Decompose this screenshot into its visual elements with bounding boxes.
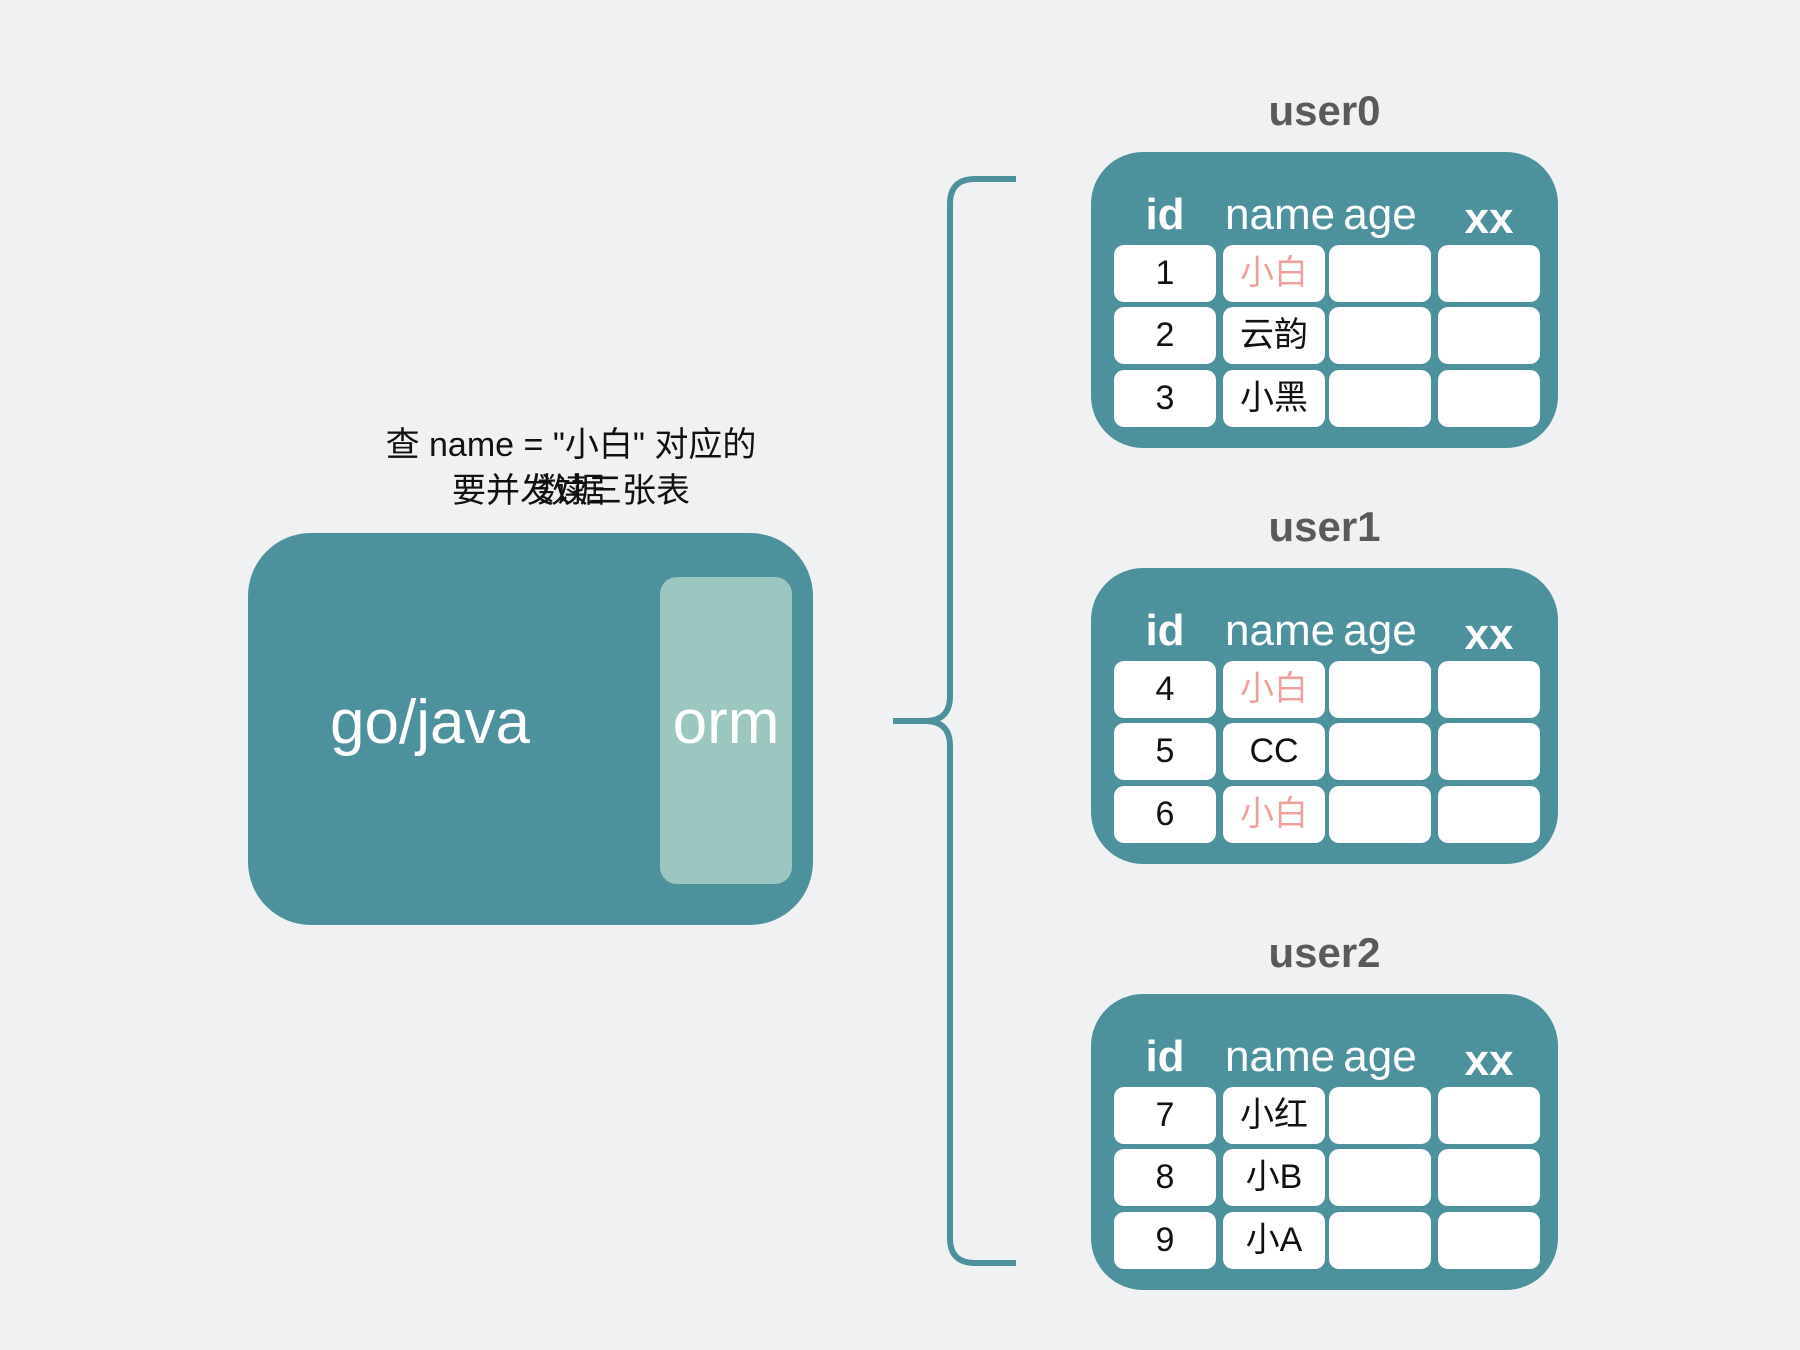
column-header-name: name — [1225, 606, 1336, 655]
column-header-xx: xx — [1464, 1036, 1514, 1085]
table-cell-xx — [1438, 1149, 1540, 1206]
column-header-id: id — [1145, 1032, 1185, 1081]
table-cell-id: 5 — [1114, 723, 1216, 780]
column-header-name: name — [1225, 190, 1336, 239]
table-cell-id: 2 — [1114, 307, 1216, 364]
table-cell-age — [1329, 307, 1431, 364]
table-cell-xx — [1438, 1087, 1540, 1144]
table-cell-name: 小红 — [1223, 1087, 1325, 1144]
table-cell-xx — [1438, 245, 1540, 302]
table-cell-name: 小黑 — [1223, 370, 1325, 427]
column-header-age: age — [1343, 606, 1417, 655]
table-cell-xx — [1438, 661, 1540, 718]
column-header-xx: xx — [1464, 610, 1514, 659]
table-cell-xx — [1438, 307, 1540, 364]
table-cell-xx — [1438, 370, 1540, 427]
table-cell-xx — [1438, 786, 1540, 843]
column-header-xx: xx — [1464, 194, 1514, 243]
table-title: user2 — [1268, 929, 1381, 976]
table-cell-name: 小白 — [1223, 786, 1325, 843]
table-user2: id name age xx 7 小红 8 小B 9 小A — [1091, 994, 1558, 1290]
table-cell-id: 4 — [1114, 661, 1216, 718]
column-header-name: name — [1225, 1032, 1336, 1081]
table-user0: id name age xx 1 小白 2 云韵 3 小黑 — [1091, 152, 1558, 448]
table-cell-id: 3 — [1114, 370, 1216, 427]
column-header-id: id — [1145, 606, 1185, 655]
table-cell-id: 6 — [1114, 786, 1216, 843]
table-cell-name: 小A — [1223, 1212, 1325, 1269]
table-cell-age — [1329, 1149, 1431, 1206]
table-cell-name: 小白 — [1223, 661, 1325, 718]
table-cell-id: 8 — [1114, 1149, 1216, 1206]
brace-path — [893, 176, 1016, 1266]
table-user1: id name age xx 4 小白 5 CC 6 小白 — [1091, 568, 1558, 864]
table-title: user1 — [1268, 503, 1381, 550]
table-cell-name: CC — [1223, 723, 1325, 780]
table-cell-name: 云韵 — [1223, 307, 1325, 364]
table-cell-age — [1329, 1212, 1431, 1269]
table-cell-age — [1329, 661, 1431, 718]
table-cell-age — [1329, 370, 1431, 427]
table-cell-id: 7 — [1114, 1087, 1216, 1144]
table-cell-xx — [1438, 723, 1540, 780]
table-title: user0 — [1268, 87, 1381, 134]
table-cell-name: 小B — [1223, 1149, 1325, 1206]
column-header-id: id — [1145, 190, 1185, 239]
table-cell-age — [1329, 786, 1431, 843]
table-cell-xx — [1438, 1212, 1540, 1269]
table-cell-id: 9 — [1114, 1212, 1216, 1269]
table-cell-name: 小白 — [1223, 245, 1325, 302]
table-cell-id: 1 — [1114, 245, 1216, 302]
column-header-age: age — [1343, 190, 1417, 239]
column-header-age: age — [1343, 1032, 1417, 1081]
table-cell-age — [1329, 1087, 1431, 1144]
table-cell-age — [1329, 245, 1431, 302]
table-cell-age — [1329, 723, 1431, 780]
